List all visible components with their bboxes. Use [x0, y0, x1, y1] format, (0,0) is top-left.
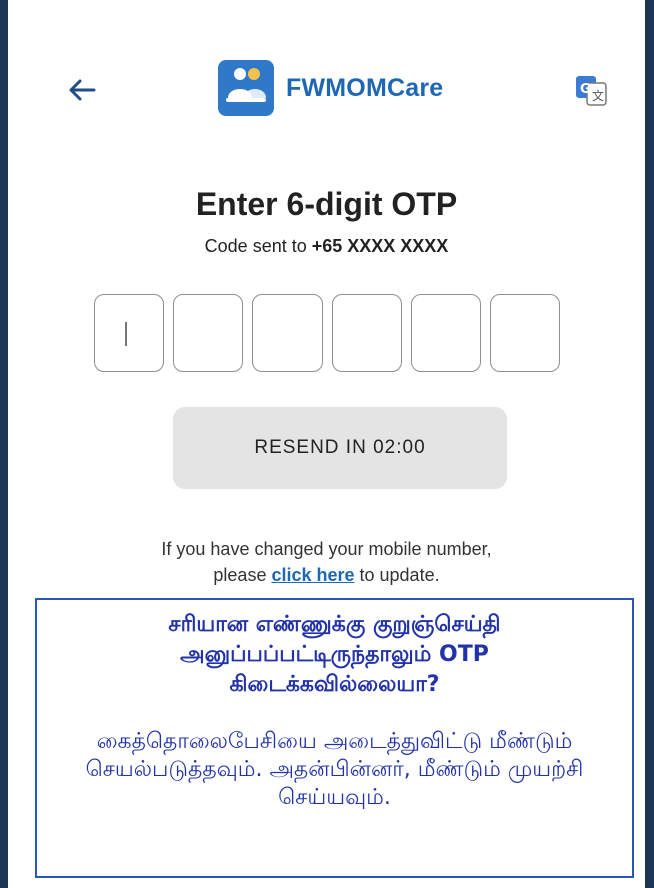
google-translate-icon: G 文	[576, 76, 607, 106]
note-line-1: If you have changed your mobile number,	[161, 539, 492, 559]
svg-text:G: G	[580, 82, 591, 97]
note-prefix: please	[213, 565, 272, 585]
note-line-2: please click here to update.	[8, 562, 645, 588]
change-number-note: If you have changed your mobile number, …	[8, 536, 645, 588]
help-callout: சரியான எண்ணுக்கு குறுஞ்செய்தி அனுப்பப்பட…	[35, 598, 634, 878]
top-bar: FWMOMCare G 文	[8, 50, 645, 130]
click-here-link[interactable]: click here	[271, 565, 354, 585]
back-button[interactable]	[64, 72, 100, 108]
app-screen: FWMOMCare G 文 Enter 6-digit OTP Code sen…	[8, 0, 645, 888]
page-title: Enter 6-digit OTP	[195, 186, 458, 222]
otp-input-group	[94, 294, 561, 374]
svg-text:文: 文	[592, 88, 604, 103]
translate-button[interactable]: G 文	[574, 74, 608, 108]
callout-answer: கைத்தொலைபேசியை அடைத்துவிட்டு மீண்டும் செ…	[85, 729, 584, 810]
otp-digit-3[interactable]	[252, 294, 323, 372]
otp-digit-2[interactable]	[173, 294, 244, 372]
app-name: FWMOMCare	[286, 73, 444, 102]
otp-digit-1[interactable]	[94, 294, 165, 372]
app-logo: FWMOMCare	[218, 56, 443, 120]
fwmomcare-logo-icon	[218, 60, 274, 116]
otp-digit-4[interactable]	[331, 294, 402, 372]
resend-otp-button[interactable]: RESEND IN 02:00	[173, 407, 507, 489]
note-suffix: to update.	[354, 565, 440, 585]
arrow-left-icon	[69, 79, 96, 101]
code-sent-prefix: Code sent to	[204, 236, 312, 256]
callout-question: சரியான எண்ணுக்கு குறுஞ்செய்தி அனுப்பப்பட…	[168, 612, 501, 697]
code-sent-text: Code sent to +65 XXXX XXXX	[8, 236, 645, 257]
masked-phone-number: +65 XXXX XXXX	[311, 236, 449, 256]
otp-digit-6[interactable]	[489, 294, 561, 372]
otp-digit-5[interactable]	[410, 294, 481, 372]
